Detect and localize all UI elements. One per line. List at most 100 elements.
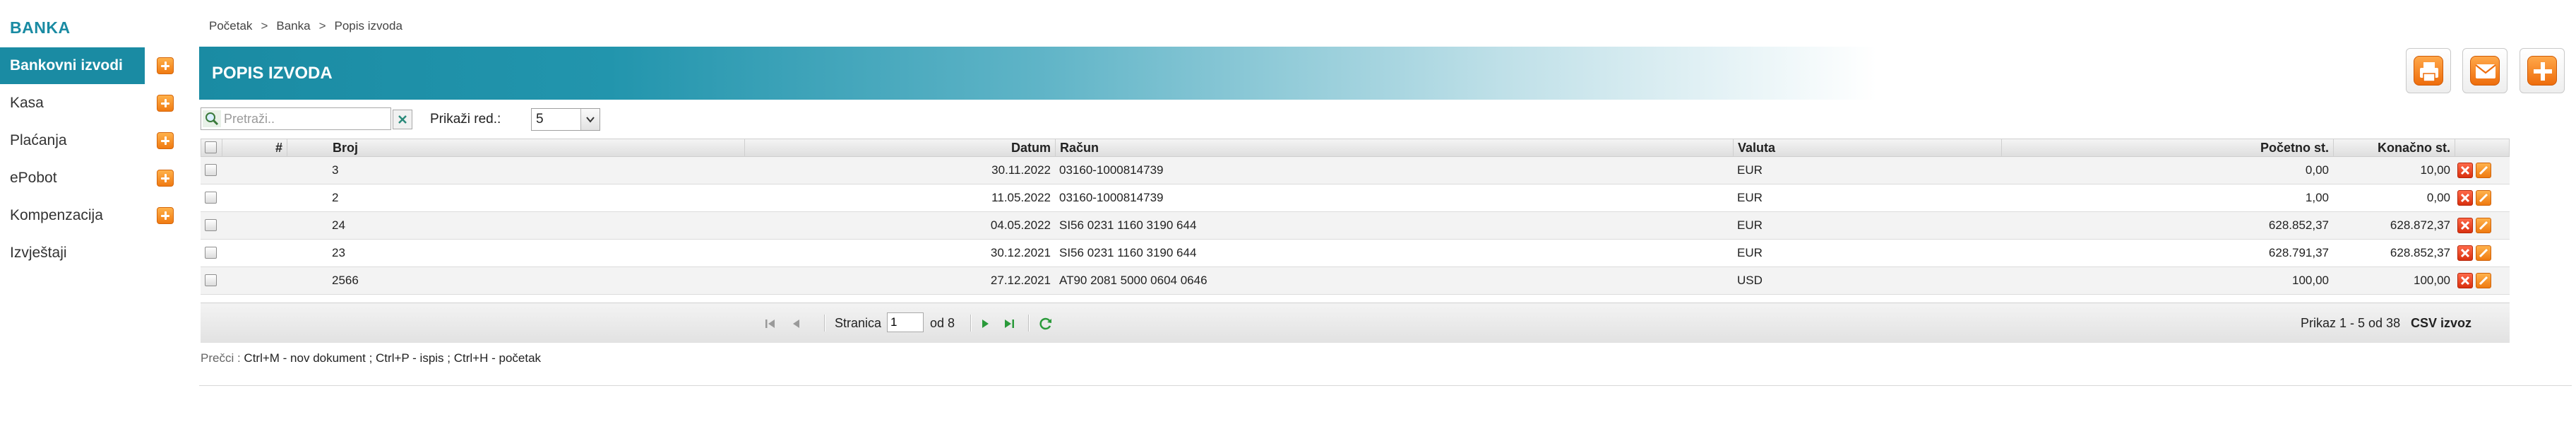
refresh-icon[interactable] xyxy=(1038,316,1054,332)
next-page-icon[interactable] xyxy=(977,316,993,332)
search-input[interactable] xyxy=(224,110,386,128)
row-konacno: 100,00 xyxy=(2414,274,2450,287)
delete-row-button[interactable] xyxy=(2457,218,2473,233)
email-button[interactable] xyxy=(2462,48,2508,93)
row-broj: 23 xyxy=(332,246,345,259)
table-row[interactable]: 23 30.12.2021 SI56 0231 1160 3190 644 EU… xyxy=(201,240,2510,267)
rows-per-page-select[interactable]: 5 xyxy=(531,108,600,131)
sidebar-item-epobot[interactable]: ePobot xyxy=(0,160,145,197)
add-new-button[interactable] xyxy=(2520,48,2565,93)
divider xyxy=(199,385,2572,386)
page-number-input[interactable] xyxy=(887,312,924,332)
sidebar-item-kasa[interactable]: Kasa xyxy=(0,85,145,122)
row-racun: SI56 0231 1160 3190 644 xyxy=(1059,246,1197,259)
printer-icon xyxy=(2420,62,2438,82)
add-kompenzacija-button[interactable] xyxy=(157,207,174,224)
column-header-racun[interactable]: Račun xyxy=(1056,139,1734,156)
row-datum: 30.11.2022 xyxy=(991,163,1051,177)
row-pocetno: 0,00 xyxy=(2305,163,2329,177)
column-header-broj[interactable]: Broj xyxy=(328,139,745,156)
edit-row-button[interactable] xyxy=(2476,218,2491,233)
row-checkbox[interactable] xyxy=(205,219,217,231)
delete-row-button[interactable] xyxy=(2457,273,2473,288)
page-label: Stranica xyxy=(835,316,882,330)
row-checkbox[interactable] xyxy=(205,164,217,176)
edit-row-button[interactable] xyxy=(2476,273,2491,288)
edit-row-button[interactable] xyxy=(2476,163,2491,178)
chevron-down-icon xyxy=(580,109,600,130)
sidebar-item-kompenzacija[interactable]: Kompenzacija xyxy=(0,197,145,234)
pagination-bar: Stranica od 8 Prikaz 1 - 5 od 38 CSV izv… xyxy=(201,303,2510,343)
row-racun: 03160-1000814739 xyxy=(1059,163,1164,177)
add-bankovni-izvod-button[interactable] xyxy=(157,57,174,74)
table-row[interactable]: 2 11.05.2022 03160-1000814739 EUR 1,00 0… xyxy=(201,184,2510,212)
delete-row-button[interactable] xyxy=(2457,190,2473,206)
select-all-checkbox[interactable] xyxy=(205,141,217,153)
row-pocetno: 628.791,37 xyxy=(2268,246,2329,259)
page-header: POPIS IZVODA xyxy=(199,47,2063,100)
breadcrumb-banka[interactable]: Banka xyxy=(276,19,310,33)
row-pocetno: 1,00 xyxy=(2305,191,2329,204)
row-datum: 04.05.2022 xyxy=(990,218,1051,232)
breadcrumb-current: Popis izvoda xyxy=(334,19,402,33)
pencil-icon xyxy=(2479,193,2488,203)
sidebar-item-bankovni-izvodi[interactable]: Bankovni izvodi xyxy=(0,47,145,84)
csv-export-button[interactable]: CSV izvoz xyxy=(2411,315,2471,332)
sidebar-item-placanja[interactable]: Plaćanja xyxy=(0,122,145,159)
delete-icon xyxy=(2460,165,2470,175)
add-kasa-button[interactable] xyxy=(157,95,174,112)
edit-row-button[interactable] xyxy=(2476,245,2491,261)
row-num xyxy=(222,184,287,211)
rows-per-page-label: Prikaži red.: xyxy=(430,112,501,127)
row-checkbox[interactable] xyxy=(205,247,217,259)
clear-search-button[interactable] xyxy=(393,110,412,129)
column-header-num[interactable]: # xyxy=(222,139,287,156)
table-row[interactable]: 3 30.11.2022 03160-1000814739 EUR 0,00 1… xyxy=(201,157,2510,184)
delete-row-button[interactable] xyxy=(2457,163,2473,178)
row-konacno: 628.852,37 xyxy=(2390,246,2450,259)
row-datum: 11.05.2022 xyxy=(991,191,1051,204)
pencil-icon xyxy=(2479,248,2488,258)
row-broj: 3 xyxy=(332,163,339,177)
column-header-konacno[interactable]: Konačno st. xyxy=(2334,139,2455,156)
delete-icon xyxy=(2460,193,2470,203)
breadcrumb: Početak > Banka > Popis izvoda xyxy=(209,19,402,33)
row-racun: 03160-1000814739 xyxy=(1059,191,1164,204)
first-page-icon[interactable] xyxy=(763,316,778,332)
column-header-valuta[interactable]: Valuta xyxy=(1734,139,2002,156)
print-button[interactable] xyxy=(2406,48,2451,93)
rows-per-page-value: 5 xyxy=(536,112,544,127)
delete-icon xyxy=(2460,221,2470,230)
row-konacno: 628.872,37 xyxy=(2390,218,2450,232)
delete-icon xyxy=(2460,276,2470,286)
delete-row-button[interactable] xyxy=(2457,245,2473,261)
row-num xyxy=(222,212,287,239)
row-broj: 2566 xyxy=(332,274,359,287)
row-datum: 27.12.2021 xyxy=(990,274,1051,287)
edit-row-button[interactable] xyxy=(2476,190,2491,206)
row-racun: AT90 2081 5000 0604 0646 xyxy=(1059,274,1208,287)
breadcrumb-pocetak[interactable]: Početak xyxy=(209,19,252,33)
envelope-icon xyxy=(2475,64,2496,78)
row-broj: 24 xyxy=(332,218,345,232)
delete-icon xyxy=(2460,248,2470,258)
row-checkbox[interactable] xyxy=(205,274,217,286)
row-valuta: EUR xyxy=(1737,218,1763,232)
pencil-icon xyxy=(2479,221,2488,230)
column-header-pocetno[interactable]: Početno st. xyxy=(2002,139,2334,156)
add-epobot-button[interactable] xyxy=(157,170,174,187)
module-title: BANKA xyxy=(10,18,71,37)
add-placanje-button[interactable] xyxy=(157,132,174,149)
row-num xyxy=(222,157,287,184)
table-row[interactable]: 24 04.05.2022 SI56 0231 1160 3190 644 EU… xyxy=(201,212,2510,240)
row-checkbox[interactable] xyxy=(205,192,217,204)
row-broj: 2 xyxy=(332,191,339,204)
pencil-icon xyxy=(2479,276,2488,286)
table-row[interactable]: 2566 27.12.2021 AT90 2081 5000 0604 0646… xyxy=(201,267,2510,295)
previous-page-icon[interactable] xyxy=(789,316,804,332)
column-header-datum[interactable]: Datum xyxy=(745,139,1056,156)
last-page-icon[interactable] xyxy=(1001,316,1017,332)
sidebar-item-izvjestaji[interactable]: Izvještaji xyxy=(0,235,145,271)
plus-icon xyxy=(2534,62,2552,81)
shortcut-item: Ctrl+M - nov dokument ; xyxy=(244,351,373,365)
